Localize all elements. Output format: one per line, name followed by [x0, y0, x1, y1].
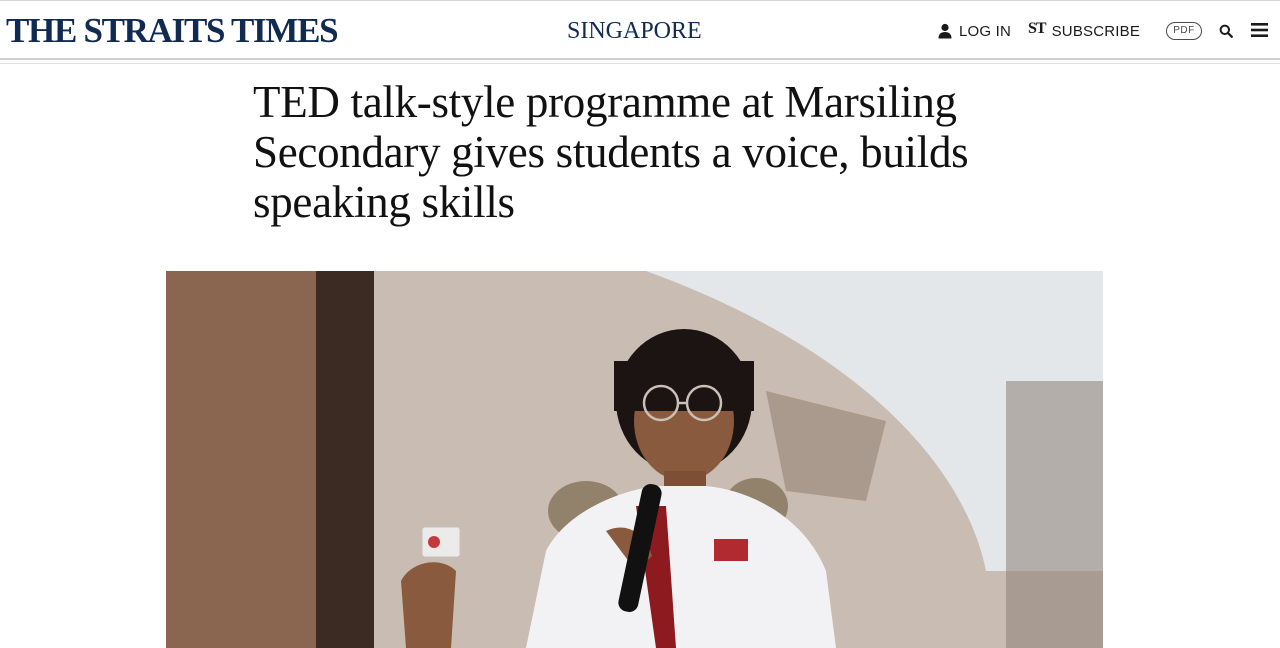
article-headline: TED talk-style programme at Marsiling Se… [253, 77, 969, 227]
search-icon[interactable] [1219, 24, 1233, 38]
header-divider [0, 58, 1280, 60]
site-header: THE STRAITS TIMES SINGAPORE LOG IN ST SU… [0, 0, 1280, 58]
st-logo-icon: ST [1028, 20, 1047, 37]
header-divider-secondary [0, 63, 1280, 64]
hamburger-menu-icon[interactable] [1251, 23, 1268, 37]
hero-image [166, 271, 1103, 648]
user-icon [938, 23, 952, 39]
login-label: LOG IN [959, 22, 1012, 40]
subscribe-button[interactable]: ST SUBSCRIBE [1028, 19, 1140, 43]
pdf-button[interactable]: PDF [1166, 22, 1202, 40]
section-link-singapore[interactable]: SINGAPORE [567, 17, 702, 45]
login-button[interactable]: LOG IN [937, 19, 1011, 43]
hero-photo-illustration [166, 271, 1103, 648]
masthead-logo[interactable]: THE STRAITS TIMES [6, 13, 339, 49]
subscribe-label: SUBSCRIBE [1051, 22, 1141, 40]
